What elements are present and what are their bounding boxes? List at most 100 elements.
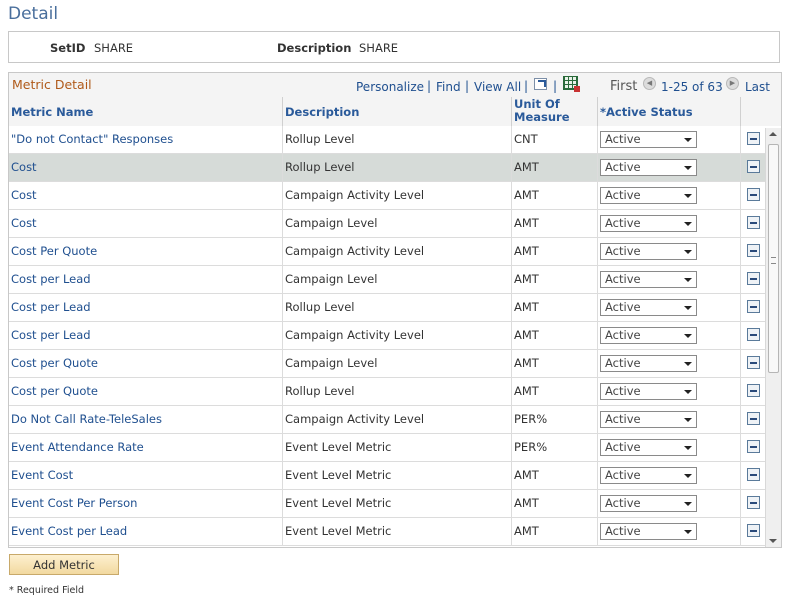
personalize-link[interactable]: Personalize [356, 80, 424, 94]
active-status-select[interactable]: Active [600, 159, 697, 176]
table-row[interactable]: Event Cost Event Level Metric AMT Active [9, 462, 781, 490]
info-box: SetID SHARE Description SHARE [8, 31, 780, 63]
previous-icon[interactable]: ◀ [643, 77, 656, 90]
delete-row-icon[interactable] [747, 160, 760, 173]
metric-name-link[interactable]: Cost per Lead [9, 266, 282, 293]
scroll-down-icon[interactable] [769, 539, 777, 543]
scroll-thumb[interactable] [768, 144, 779, 373]
delete-row-icon[interactable] [747, 132, 760, 145]
delete-row-icon[interactable] [747, 384, 760, 397]
active-status-select[interactable]: Active [600, 299, 697, 316]
metric-name-link[interactable]: Cost per Lead [9, 322, 282, 349]
col-metric-name[interactable]: Metric Name [9, 97, 282, 126]
last-link[interactable]: Last [745, 80, 770, 94]
add-metric-button[interactable]: Add Metric [9, 554, 119, 575]
table-row[interactable]: Cost Campaign Level AMT Active [9, 210, 781, 238]
col-unit-of-measure[interactable]: Unit Of Measure [511, 97, 597, 126]
metric-detail-grid: Metric Detail Personalize | Find | View … [8, 72, 782, 548]
table-row[interactable]: Cost per Lead Campaign Activity Level AMT A… [9, 322, 781, 350]
delete-row-icon[interactable] [747, 440, 760, 453]
metric-name-link[interactable]: Cost [9, 210, 282, 237]
delete-row-icon[interactable] [747, 216, 760, 229]
delete-cell [740, 434, 765, 461]
unit-of-measure: AMT [511, 238, 597, 265]
active-status-select[interactable]: Active [600, 439, 697, 456]
metric-description: Rollup Level [282, 154, 511, 181]
table-row[interactable]: Cost per Quote Campaign Level AMT Active [9, 350, 781, 378]
table-row[interactable]: Event Cost Per Person Event Level Metric A… [9, 490, 781, 518]
table-row[interactable]: Cost Campaign Activity Level AMT Active [9, 182, 781, 210]
metric-name-link[interactable]: Cost per Quote [9, 350, 282, 377]
grid-header: Metric Detail Personalize | Find | View … [9, 73, 781, 97]
active-status-select[interactable]: Active [600, 495, 697, 512]
metric-name-link[interactable]: Event Cost [9, 462, 282, 489]
metric-name-link[interactable]: Event Attendance Rate [9, 434, 282, 461]
delete-row-icon[interactable] [747, 244, 760, 257]
delete-row-icon[interactable] [747, 300, 760, 313]
active-status-select[interactable]: Active [600, 355, 697, 372]
metric-name-link[interactable]: Event Cost per Lead [9, 518, 282, 545]
metric-name-link[interactable]: Cost [9, 154, 282, 181]
table-row[interactable]: Cost per Lead Rollup Level AMT Active [9, 294, 781, 322]
active-status-select[interactable]: Active [600, 467, 697, 484]
active-status-select[interactable]: Active [600, 187, 697, 204]
unit-of-measure: AMT [511, 350, 597, 377]
metric-name-link[interactable]: Cost [9, 182, 282, 209]
table-row[interactable]: "Do not Contact" Responses Rollup Level CN… [9, 126, 781, 154]
metric-name-link[interactable]: Do Not Call Rate-TeleSales [9, 406, 282, 433]
grid-title: Metric Detail [12, 77, 92, 92]
active-status-select[interactable]: Active [600, 243, 697, 260]
metric-name-link[interactable]: Cost Per Quote [9, 238, 282, 265]
active-status-cell: Active [597, 294, 740, 321]
description-label: Description [277, 41, 352, 55]
next-icon[interactable]: ▶ [726, 77, 739, 90]
view-all-link[interactable]: View All [474, 80, 521, 94]
metric-name-link[interactable]: "Do not Contact" Responses [9, 126, 282, 153]
active-status-cell: Active [597, 238, 740, 265]
metric-name-link[interactable]: Cost per Lead [9, 294, 282, 321]
table-row[interactable]: Cost per Lead Campaign Level AMT Active [9, 266, 781, 294]
active-status-cell: Active [597, 126, 740, 153]
download-grid-icon[interactable] [563, 76, 580, 92]
table-row[interactable]: Cost per Quote Rollup Level AMT Active [9, 378, 781, 406]
col-description[interactable]: Description [282, 97, 511, 126]
scroll-up-icon[interactable] [769, 132, 777, 136]
delete-row-icon[interactable] [747, 272, 760, 285]
delete-row-icon[interactable] [747, 328, 760, 341]
metric-description: Campaign Activity Level [282, 182, 511, 209]
active-status-select[interactable]: Active [600, 411, 697, 428]
find-link[interactable]: Find [436, 80, 461, 94]
active-status-cell: Active [597, 322, 740, 349]
table-row[interactable]: Do Not Call Rate-TeleSales Campaign Activ… [9, 406, 781, 434]
active-status-select[interactable]: Active [600, 327, 697, 344]
table-row[interactable]: Cost Per Quote Campaign Activity Level AMT… [9, 238, 781, 266]
nav-separator: | [553, 79, 558, 93]
delete-row-icon[interactable] [747, 468, 760, 481]
active-status-select[interactable]: Active [600, 131, 697, 148]
active-status-select[interactable]: Active [600, 215, 697, 232]
delete-row-icon[interactable] [747, 188, 760, 201]
setid-value: SHARE [94, 41, 134, 55]
metric-name-link[interactable]: Cost per Quote [9, 378, 282, 405]
unit-of-measure: AMT [511, 210, 597, 237]
metric-name-link[interactable]: Event Cost Per Person [9, 490, 282, 517]
metric-description: Event Level Metric [282, 462, 511, 489]
col-active-status[interactable]: *Active Status [597, 97, 740, 126]
required-field-note: * Required Field [9, 585, 84, 596]
zoom-icon[interactable] [534, 78, 547, 90]
first-link[interactable]: First [610, 79, 637, 94]
table-row[interactable]: Event Cost per Lead Event Level Metric AMT… [9, 518, 781, 546]
active-status-select[interactable]: Active [600, 383, 697, 400]
active-status-select[interactable]: Active [600, 271, 697, 288]
table-row[interactable]: Event Attendance Rate Event Level Metric P… [9, 434, 781, 462]
delete-row-icon[interactable] [747, 496, 760, 509]
unit-of-measure: PER% [511, 434, 597, 461]
delete-row-icon[interactable] [747, 524, 760, 537]
active-status-select[interactable]: Active [600, 523, 697, 540]
page-title: Detail [8, 4, 59, 24]
vertical-scrollbar[interactable] [765, 128, 781, 547]
delete-cell [740, 350, 765, 377]
delete-row-icon[interactable] [747, 356, 760, 369]
delete-row-icon[interactable] [747, 412, 760, 425]
table-row[interactable]: Cost Rollup Level AMT Active [9, 154, 781, 182]
